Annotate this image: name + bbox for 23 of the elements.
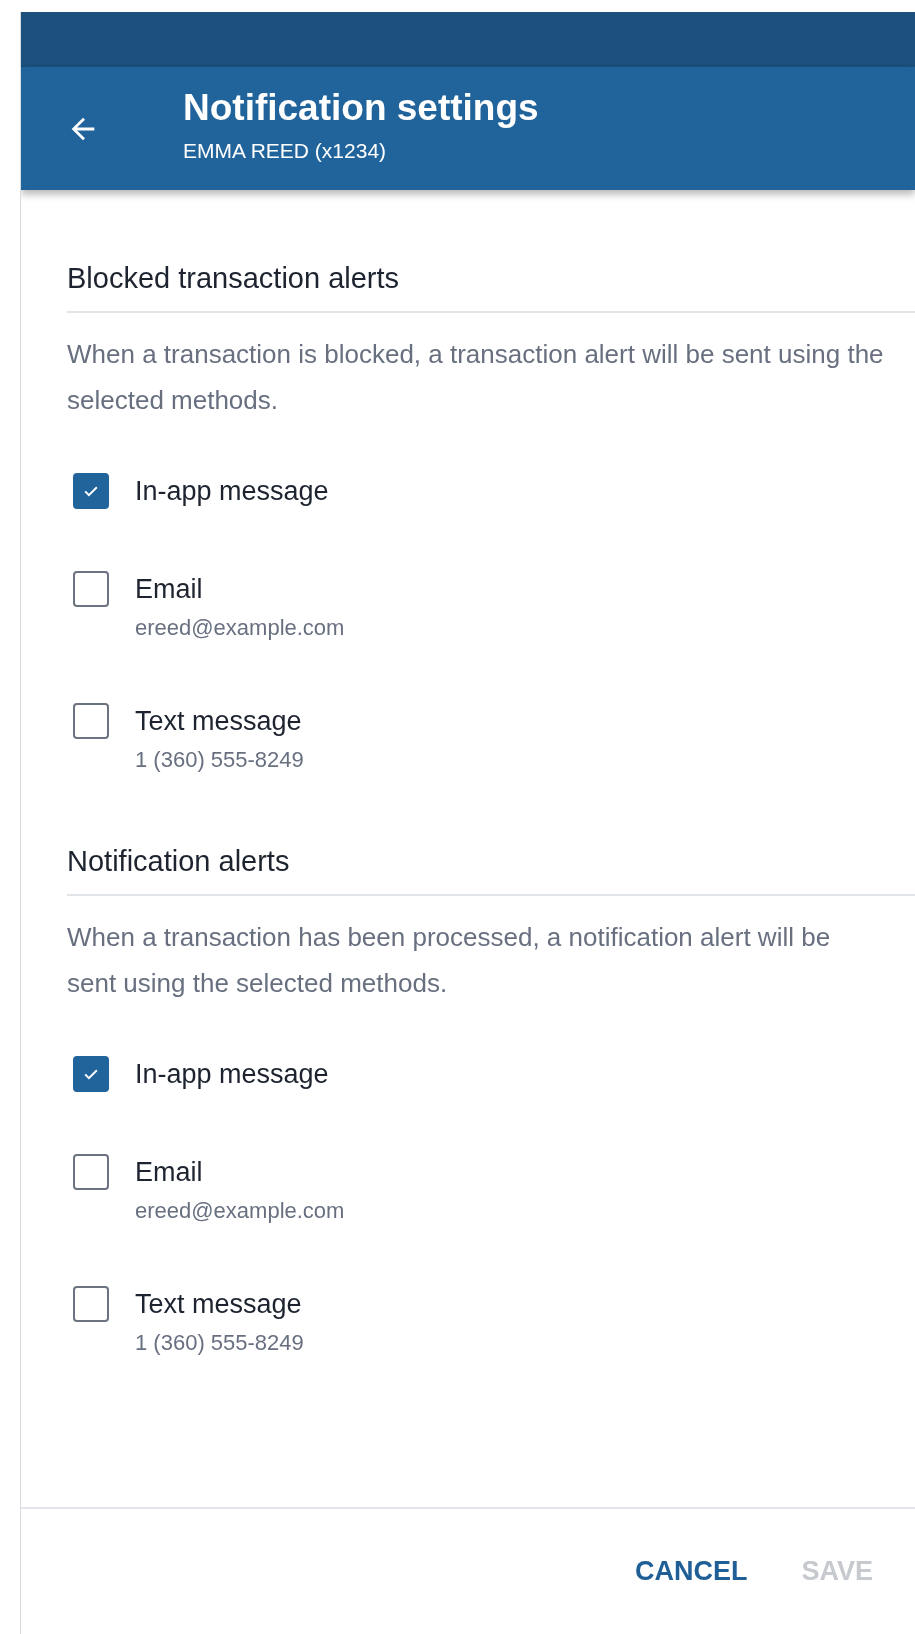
checkbox[interactable] xyxy=(73,473,109,509)
option-label: Email xyxy=(135,1156,204,1189)
checkbox[interactable] xyxy=(73,1056,109,1092)
section-description: When a transaction is blocked, a transaction alert will be sent using the selected methods. xyxy=(67,338,885,417)
account-subtitle: EMMA REED (x1234) xyxy=(183,138,388,163)
checkbox[interactable] xyxy=(73,571,109,607)
checkbox[interactable] xyxy=(73,1286,109,1322)
page-title: Notification settings xyxy=(183,86,539,129)
option-detail: 1 (360) 555-8249 xyxy=(135,1330,304,1356)
option-label: Text message xyxy=(135,1288,303,1321)
option-detail: ereed@example.com xyxy=(135,1198,345,1224)
section-heading: Notification alerts xyxy=(67,845,915,896)
option-label: Text message xyxy=(135,705,303,738)
checkbox[interactable] xyxy=(73,1154,109,1190)
section-heading: Blocked transaction alerts xyxy=(67,262,915,313)
option-label: In-app message xyxy=(135,1058,329,1091)
option-detail: 1 (360) 555-8249 xyxy=(135,747,304,773)
checkbox[interactable] xyxy=(73,703,109,739)
option-label: In-app message xyxy=(135,475,329,508)
option-label: Email xyxy=(135,573,204,606)
section-description: When a transaction has been processed, a notification alert will be sent using the selected methods. xyxy=(67,921,832,1000)
option-detail: ereed@example.com xyxy=(135,615,345,641)
footer-button[interactable]: CANCEL xyxy=(622,1544,760,1599)
